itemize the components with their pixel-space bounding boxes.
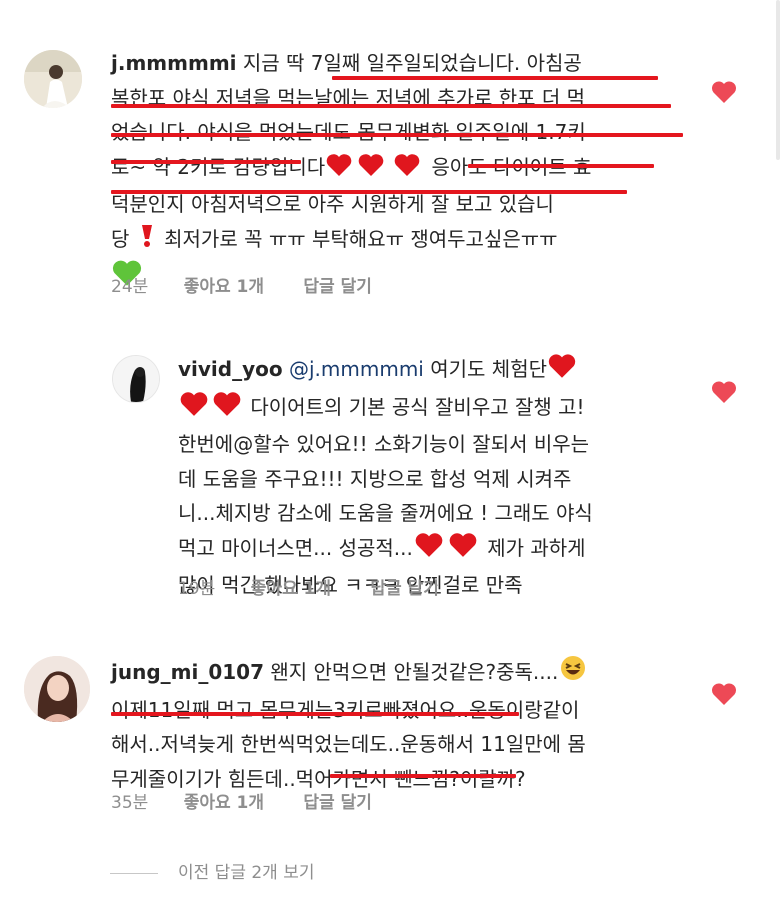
highlight-underline <box>330 774 516 778</box>
red-heart-emoji <box>210 391 244 428</box>
comment-3-time: 35분 <box>111 793 149 813</box>
comment-2-likes[interactable]: 좋아요 1개 <box>251 574 331 599</box>
highlight-underline <box>111 133 683 137</box>
highlight-underline <box>468 164 654 168</box>
comment-3-meta: 35분 좋아요 1개 답글 달기 <box>111 788 372 813</box>
heart-icon[interactable] <box>711 682 737 706</box>
comment-1-text: j.mmmmmi 지금 딱 7일째 일주일되었습니다. 아침공 복한포 야식 저… <box>111 46 591 298</box>
comments-screen: j.mmmmmi 지금 딱 7일째 일주일되었습니다. 아침공 복한포 야식 저… <box>0 0 782 901</box>
red-heart-emoji <box>353 153 389 188</box>
highlight-underline <box>332 76 658 80</box>
highlight-underline <box>111 712 519 716</box>
heart-icon[interactable] <box>711 380 737 404</box>
heart-icon[interactable] <box>711 80 737 104</box>
red-heart-emoji <box>413 532 445 569</box>
comment-1-likes[interactable]: 좋아요 1개 <box>184 272 264 297</box>
comment-2-username[interactable]: vivid_yoo <box>178 357 283 381</box>
red-heart-emoji <box>178 391 210 428</box>
comment-3-likes[interactable]: 좋아요 1개 <box>184 788 264 813</box>
red-heart-emoji <box>389 153 425 188</box>
comment-1-meta: 24분 좋아요 1개 답글 달기 <box>111 272 372 297</box>
comment-2-text: vivid_yoo @j.mmmmmi 여기도 체험단 다이어트의 기본 공식 … <box>178 352 593 603</box>
red-heart-emoji <box>547 353 577 390</box>
avatar-j-mmmmmi[interactable] <box>24 50 82 108</box>
comment-1-reply-button[interactable]: 답글 달기 <box>303 272 371 297</box>
red-heart-emoji <box>445 532 481 569</box>
highlight-underline <box>111 160 301 164</box>
divider-line <box>110 872 158 874</box>
comment-3-username[interactable]: jung_mi_0107 <box>111 660 264 684</box>
avatar-jung-mi-0107[interactable] <box>24 656 90 722</box>
mention-link[interactable]: @j.mmmmmi <box>289 357 424 381</box>
highlight-underline <box>111 190 627 194</box>
laughing-emoji <box>558 654 588 693</box>
comment-3-reply-button[interactable]: 답글 달기 <box>303 788 371 813</box>
comment-2-reply-button[interactable]: 답글 달기 <box>370 574 438 599</box>
highlight-underline <box>111 104 671 108</box>
view-previous-replies-button[interactable]: 이전 답글 2개 보기 <box>110 858 315 883</box>
comment-2-meta: 19분 좋아요 1개 답글 달기 <box>178 574 439 599</box>
scroll-indicator[interactable] <box>776 0 780 160</box>
comment-1-time: 24분 <box>111 277 149 297</box>
comment-2-time: 19분 <box>178 579 216 599</box>
exclamation-emoji <box>136 223 158 260</box>
red-heart-emoji <box>325 153 353 188</box>
avatar-vivid-yoo[interactable] <box>112 355 160 403</box>
comment-1-username[interactable]: j.mmmmmi <box>111 51 237 75</box>
